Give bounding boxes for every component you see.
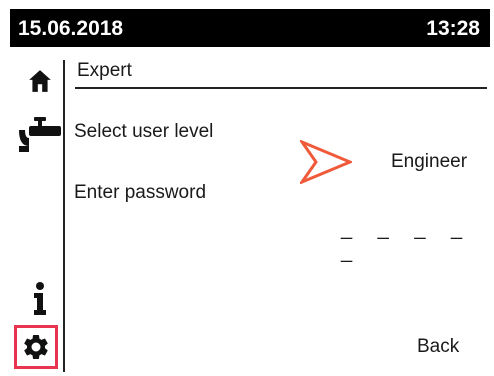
sidebar xyxy=(10,47,66,372)
date-display: 15.06.2018 xyxy=(18,17,124,40)
title-divider xyxy=(75,87,487,89)
status-bar: 15.06.2018 13:28 xyxy=(10,9,490,47)
user-level-label: Select user level xyxy=(74,121,214,142)
info-icon xyxy=(34,282,46,315)
home-icon xyxy=(29,70,51,92)
password-label: Enter password xyxy=(74,182,207,203)
sidebar-item-settings[interactable] xyxy=(14,325,58,369)
gear-icon xyxy=(24,334,48,359)
selection-arrow-icon[interactable] xyxy=(300,140,352,184)
user-level-value[interactable]: Engineer xyxy=(391,151,467,173)
back-button[interactable]: Back xyxy=(417,336,459,358)
password-input[interactable]: _ _ _ _ _ xyxy=(341,218,494,264)
sidebar-divider xyxy=(63,60,65,372)
time-display: 13:28 xyxy=(426,17,480,40)
sidebar-item-info[interactable] xyxy=(24,279,56,319)
sidebar-item-water[interactable] xyxy=(14,113,66,157)
tap-icon xyxy=(19,117,61,152)
page-title: Expert xyxy=(77,60,132,81)
sidebar-item-home[interactable] xyxy=(24,65,56,97)
